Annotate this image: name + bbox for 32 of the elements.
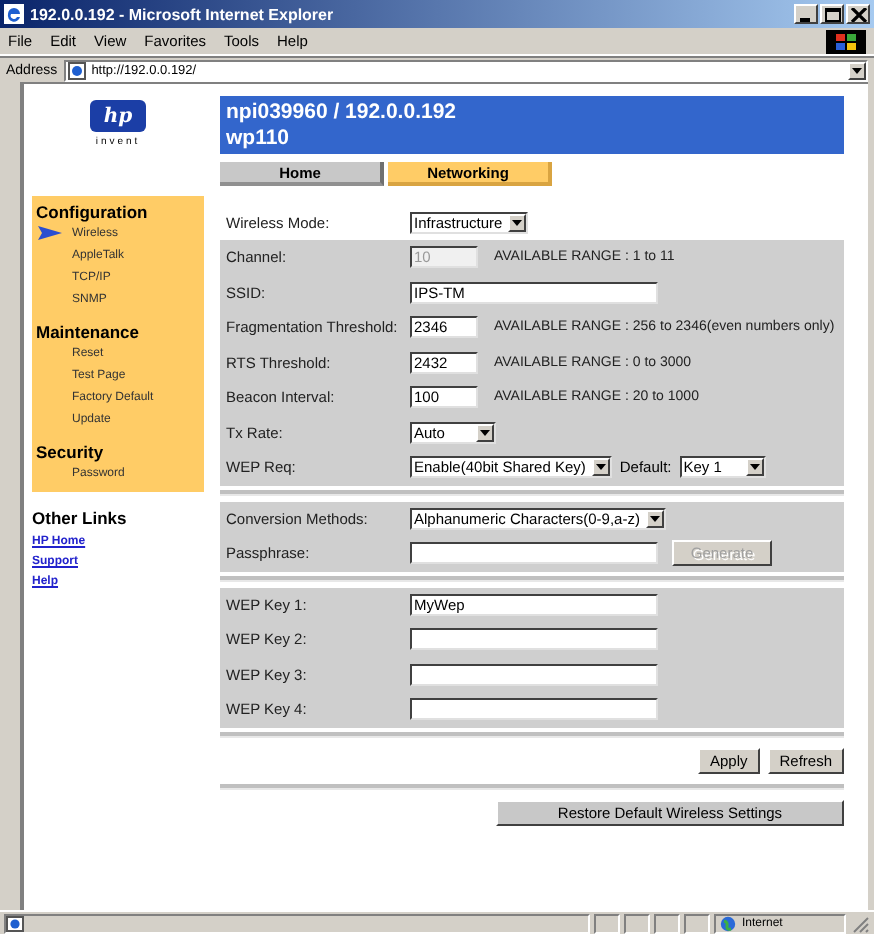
- text-field[interactable]: [410, 628, 658, 651]
- text-field[interactable]: [410, 698, 658, 721]
- text-field[interactable]: [410, 663, 658, 686]
- section-heading: Security: [36, 442, 106, 462]
- dropdown-arrow-icon: [649, 515, 660, 522]
- dropdown-arrow-icon: [480, 429, 490, 436]
- page-icon: [6, 915, 24, 931]
- maximize-icon: [823, 7, 841, 21]
- resize-grip-icon: [850, 913, 870, 933]
- window-title: 192.0.0.192 - Microsoft Internet Explorer: [30, 5, 336, 23]
- section-heading: Maintenance: [36, 322, 141, 342]
- dropdown-button[interactable]: [848, 61, 866, 79]
- section-heading: Other Links: [32, 508, 129, 528]
- dropdown-arrow-icon: [595, 464, 606, 471]
- header-banner: npi039960 / 192.0.0.192 wp110: [220, 96, 844, 154]
- status-pane: [684, 913, 710, 933]
- dropdown-arrow-icon: [852, 67, 862, 73]
- ie-logo-icon: [4, 4, 24, 24]
- status-pane: [594, 913, 620, 933]
- globe-icon: [720, 915, 736, 931]
- dropdown-arrow-icon: [512, 219, 523, 225]
- close-icon: [849, 7, 867, 21]
- status-pane: [624, 913, 650, 933]
- dropdown-arrow-icon: [749, 464, 760, 471]
- logo: hp: [90, 100, 146, 132]
- text-field[interactable]: [410, 542, 658, 565]
- close-button[interactable]: [846, 4, 870, 24]
- section-heading: Configuration: [36, 202, 150, 222]
- maximize-button[interactable]: [820, 4, 844, 24]
- status-pane: [654, 913, 680, 933]
- minimize-button[interactable]: [794, 4, 818, 24]
- windows-flag-icon: [836, 33, 856, 49]
